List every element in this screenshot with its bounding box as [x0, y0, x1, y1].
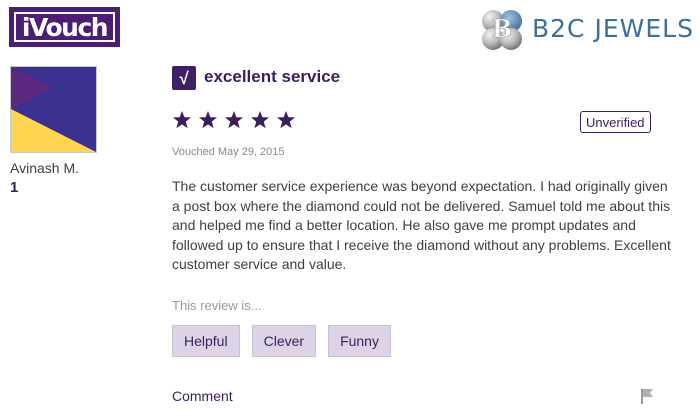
review-body: The customer service experience was beyo… [172, 178, 671, 272]
vouched-date: Vouched May 29, 2015 [172, 146, 285, 158]
verification-badge[interactable]: Unverified [580, 111, 651, 133]
helpful-button[interactable]: Helpful [172, 325, 240, 357]
avatar-graphic [11, 67, 96, 152]
star-icon [225, 111, 243, 129]
clever-button[interactable]: Clever [251, 325, 317, 357]
flag-icon[interactable] [640, 388, 654, 404]
reaction-buttons: Helpful Clever Funny [172, 325, 391, 357]
star-icon [173, 111, 191, 129]
star-icon [251, 111, 269, 129]
reviewer-name[interactable]: Avinash M. [10, 160, 79, 176]
ivouch-logo-frame: iVouch [14, 12, 115, 42]
star-icon [199, 111, 217, 129]
ivouch-logo[interactable]: iVouch [9, 7, 120, 47]
review-feedback-prompt: This review is... [172, 298, 262, 313]
reviewer-review-count: 1 [10, 179, 19, 196]
star-icon [277, 111, 295, 129]
b2c-monogram-icon: B [482, 10, 522, 50]
comment-link[interactable]: Comment [172, 388, 233, 404]
review-title: excellent service [204, 67, 341, 86]
vouch-check-icon: √ [172, 66, 196, 90]
b2c-jewels-logo-text: B2C JEWELS [532, 14, 694, 43]
funny-button[interactable]: Funny [328, 325, 391, 357]
avatar[interactable] [10, 66, 97, 153]
svg-text:B: B [492, 14, 512, 43]
ivouch-logo-text: iVouch [21, 12, 109, 42]
b2c-jewels-logo[interactable]: B B2C JEWELS [478, 6, 693, 52]
star-rating [172, 110, 296, 130]
